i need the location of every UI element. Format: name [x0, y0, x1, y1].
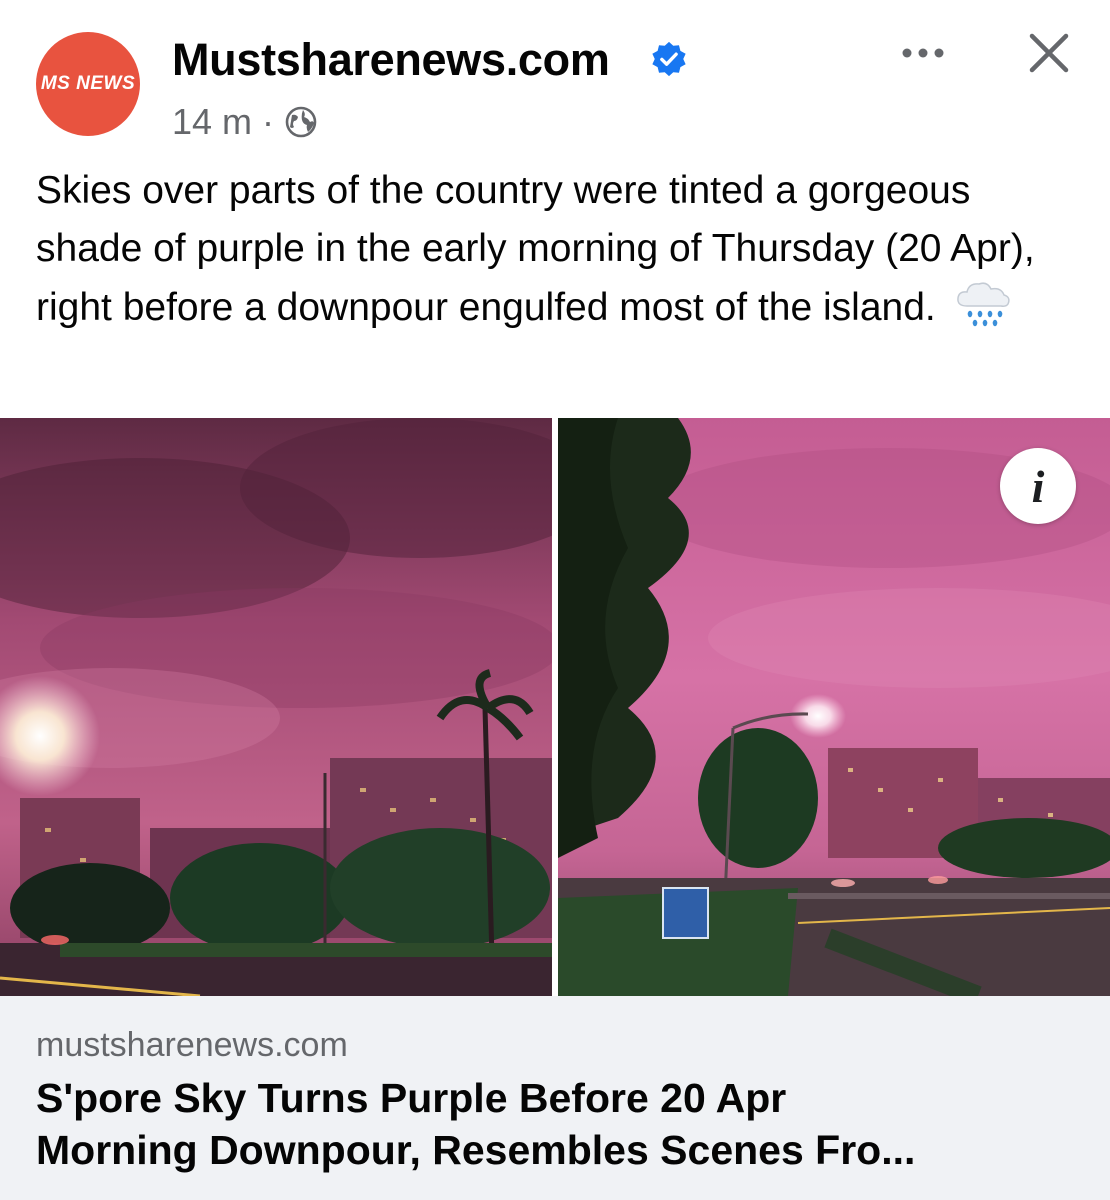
page-avatar[interactable]: MS NEWS: [36, 32, 140, 136]
post-text: Skies over parts of the country were tin…: [36, 169, 1035, 329]
link-preview-card[interactable]: mustsharenews.com S'pore Sky Turns Purpl…: [0, 996, 1110, 1200]
post-photo-grid: [0, 418, 1110, 996]
cloud-with-rain-icon: [956, 282, 1010, 327]
info-button[interactable]: i: [1000, 448, 1076, 524]
link-domain: mustsharenews.com: [36, 1026, 348, 1064]
verified-badge-icon: [652, 41, 686, 77]
meta-separator: ·: [262, 101, 275, 142]
post-meta: 14 m ·: [172, 100, 318, 144]
info-icon: i: [1031, 460, 1045, 512]
close-icon[interactable]: [1024, 28, 1074, 78]
post-header: MS NEWS Mustsharenews.com 14 m ·: [0, 0, 1110, 150]
page-name[interactable]: Mustsharenews.com: [172, 34, 610, 86]
more-options-icon[interactable]: [898, 38, 948, 68]
avatar-logo-text: MS NEWS: [40, 73, 136, 94]
purple-sky-street-photo: [0, 418, 552, 996]
post-body: Skies over parts of the country were tin…: [36, 162, 1086, 337]
post-photo-left[interactable]: [0, 418, 552, 996]
globe-icon[interactable]: [284, 105, 318, 139]
link-title[interactable]: S'pore Sky Turns Purple Before 20 Apr Mo…: [36, 1072, 1086, 1176]
post-timestamp[interactable]: 14 m: [172, 101, 252, 143]
